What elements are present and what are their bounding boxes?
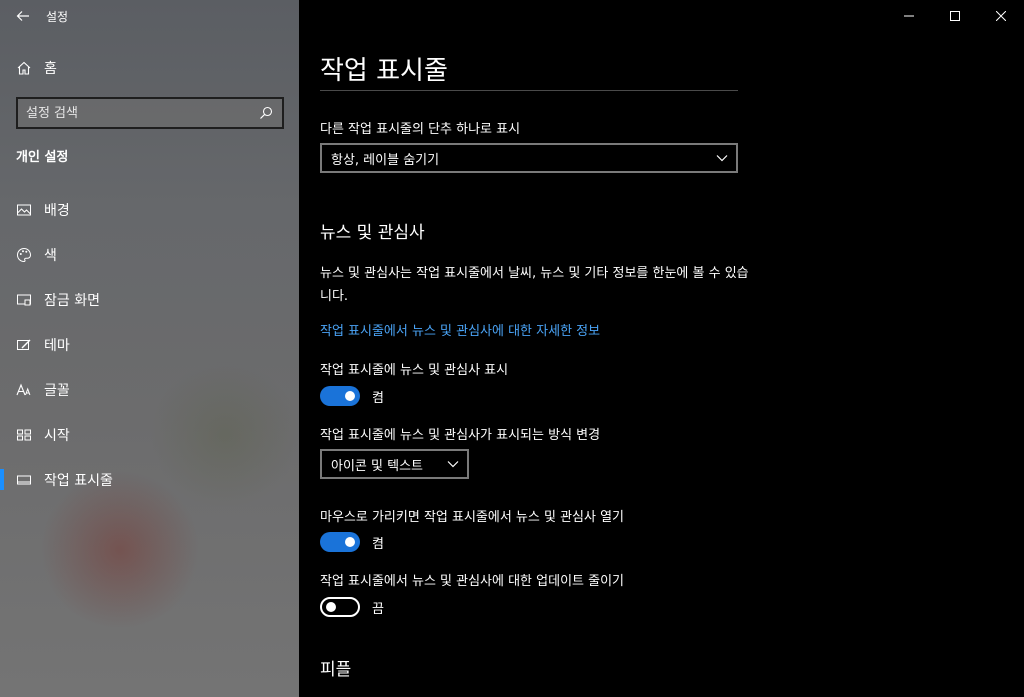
back-arrow-icon — [16, 11, 29, 21]
home-nav-item[interactable]: 홈 — [0, 52, 299, 84]
sidebar-item-label: 잠금 화면 — [44, 292, 100, 309]
sidebar-item-lock-screen[interactable]: 잠금 화면 — [0, 277, 299, 322]
show-news-state: 켬 — [372, 390, 384, 406]
sidebar-item-taskbar[interactable]: 작업 표시줄 — [0, 457, 299, 502]
back-button[interactable] — [0, 0, 46, 32]
window-controls — [886, 0, 1024, 32]
sidebar-item-label: 글꼴 — [44, 382, 70, 399]
app-title: 설정 — [46, 9, 69, 24]
combine-buttons-dropdown[interactable]: 항상, 레이블 숨기기 — [320, 143, 738, 173]
toggle-knob — [345, 537, 355, 547]
page-title: 작업 표시줄 — [320, 56, 448, 86]
sidebar-item-label: 시작 — [44, 427, 70, 444]
people-section-title: 피플 — [320, 660, 352, 680]
display-mode-label: 작업 표시줄에 뉴스 및 관심사가 표시되는 방식 변경 — [320, 428, 601, 443]
chevron-down-icon — [708, 154, 736, 162]
sidebar-item-theme[interactable]: 테마 — [0, 322, 299, 367]
search-box[interactable] — [16, 97, 284, 129]
title-divider — [320, 90, 738, 91]
home-icon — [16, 60, 32, 76]
toggle-knob — [326, 602, 336, 612]
search-icon[interactable] — [258, 105, 274, 121]
close-button[interactable] — [978, 0, 1024, 32]
sidebar-item-fonts[interactable]: 글꼴 — [0, 367, 299, 412]
image-icon — [16, 202, 32, 218]
theme-brush-icon — [16, 337, 32, 353]
hover-open-label: 마우스로 가리키면 작업 표시줄에서 뉴스 및 관심사 열기 — [320, 510, 625, 525]
sidebar-item-label: 배경 — [44, 202, 70, 219]
toggle-knob — [345, 391, 355, 401]
show-news-toggle-row: 켬 — [320, 386, 384, 406]
font-icon — [16, 382, 32, 398]
home-label: 홈 — [44, 61, 57, 77]
close-icon — [996, 11, 1006, 21]
minimize-button[interactable] — [886, 0, 932, 32]
search-input[interactable] — [26, 105, 258, 121]
news-section-title: 뉴스 및 관심사 — [320, 223, 425, 243]
sidebar-item-label: 색 — [44, 247, 57, 264]
hover-open-toggle-row: 켬 — [320, 532, 384, 552]
sidebar-item-label: 작업 표시줄 — [44, 472, 113, 489]
sidebar-item-background[interactable]: 배경 — [0, 187, 299, 232]
show-news-toggle[interactable] — [320, 386, 360, 406]
reduce-updates-state: 끔 — [372, 601, 384, 617]
maximize-button[interactable] — [932, 0, 978, 32]
reduce-updates-label: 작업 표시줄에서 뉴스 및 관심사에 대한 업데이트 줄이기 — [320, 574, 625, 589]
show-news-label: 작업 표시줄에 뉴스 및 관심사 표시 — [320, 363, 509, 378]
news-description: 뉴스 및 관심사는 작업 표시줄에서 날씨, 뉴스 및 기타 정보를 한눈에 볼… — [320, 266, 749, 304]
section-heading: 개인 설정 — [16, 150, 69, 165]
news-info-link[interactable]: 작업 표시줄에서 뉴스 및 관심사에 대한 자세한 정보 — [320, 320, 600, 339]
maximize-icon — [950, 11, 960, 21]
reduce-updates-toggle-row: 끔 — [320, 597, 384, 617]
hover-open-state: 켬 — [372, 536, 384, 552]
title-bar: 설정 — [0, 0, 299, 32]
sidebar-nav: 배경 색 잠금 화면 테마 글꼴 시작 작업 표시줄 — [0, 187, 299, 502]
sidebar-item-start[interactable]: 시작 — [0, 412, 299, 457]
minimize-icon — [904, 15, 914, 17]
sidebar: 설정 홈 개인 설정 배경 — [0, 0, 299, 697]
display-mode-dropdown[interactable]: 아이콘 및 텍스트 — [320, 449, 469, 479]
lock-screen-icon — [16, 292, 32, 308]
combine-buttons-label: 다른 작업 표시줄의 단추 하나로 표시 — [320, 122, 521, 137]
sidebar-item-label: 테마 — [44, 337, 70, 354]
reduce-updates-toggle[interactable] — [320, 597, 360, 617]
combine-buttons-value: 항상, 레이블 숨기기 — [331, 152, 440, 168]
display-mode-value: 아이콘 및 텍스트 — [331, 458, 423, 474]
taskbar-icon — [16, 472, 32, 488]
start-grid-icon — [16, 427, 32, 443]
sidebar-item-color[interactable]: 색 — [0, 232, 299, 277]
palette-icon — [16, 247, 32, 263]
chevron-down-icon — [439, 460, 467, 468]
hover-open-toggle[interactable] — [320, 532, 360, 552]
